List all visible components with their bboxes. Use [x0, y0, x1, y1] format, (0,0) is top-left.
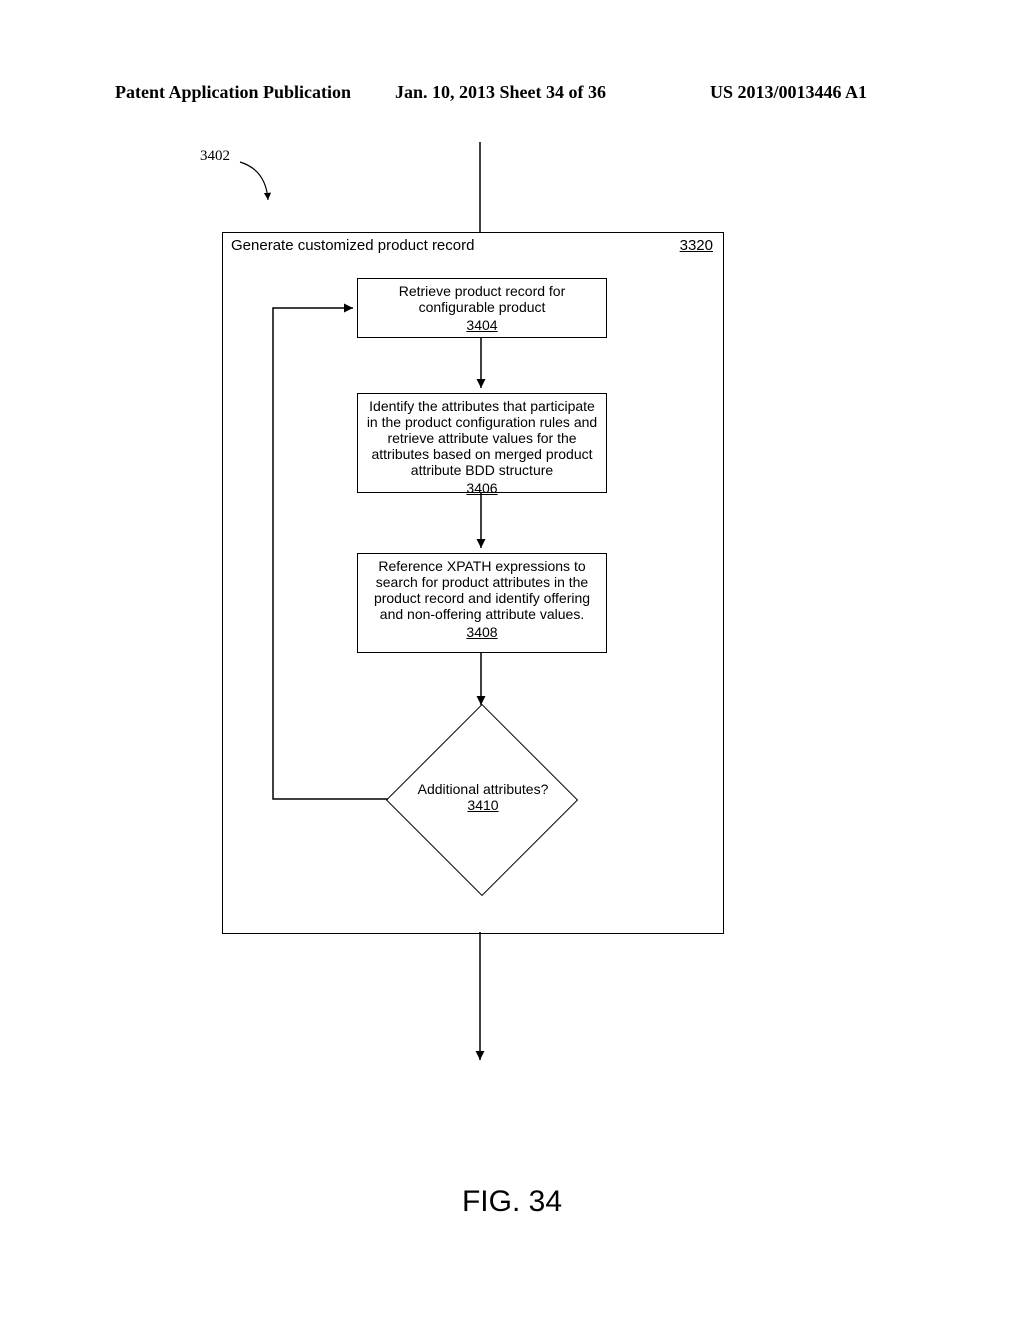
feedback-loop-arrow: [258, 278, 418, 808]
header-right: US 2013/0013446 A1: [710, 82, 867, 103]
arrow-3404-3406: [463, 338, 503, 398]
container-title: Generate customized product record: [231, 237, 474, 254]
entry-reference-number: 3402: [200, 148, 230, 165]
box-3404-text: Retrieve product record for configurable…: [399, 283, 566, 315]
diamond-ref: 3410: [467, 797, 498, 813]
container-ref: 3320: [680, 237, 713, 254]
header-left: Patent Application Publication: [115, 82, 351, 103]
arrow-3406-3408: [463, 493, 503, 558]
container-generate-record: Generate customized product record 3320 …: [222, 232, 724, 934]
figure-label: FIG. 34: [0, 1185, 1024, 1219]
reference-pointer-arrow: [238, 160, 298, 220]
header-center: Jan. 10, 2013 Sheet 34 of 36: [395, 82, 606, 103]
exit-arrow: [463, 932, 503, 1067]
diamond-text: Additional attributes?: [418, 781, 549, 797]
diamond-text-container: Additional attributes? 3410: [393, 781, 573, 813]
